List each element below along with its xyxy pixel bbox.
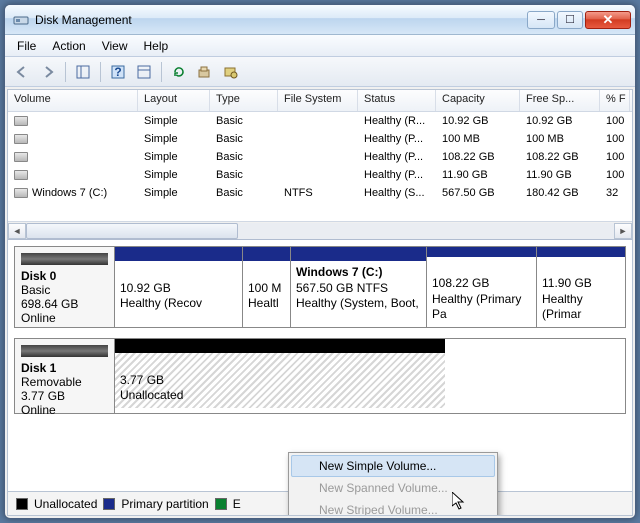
window-buttons: ─ ☐ ✕ xyxy=(527,11,631,29)
disk-0[interactable]: Disk 0 Basic 698.64 GB Online 10.92 GBHe… xyxy=(14,246,626,328)
menubar: File Action View Help xyxy=(5,35,635,57)
disk-1-partitions: 3.77 GB Unallocated xyxy=(115,339,625,413)
volume-rows: SimpleBasicHealthy (R...10.92 GB10.92 GB… xyxy=(8,112,632,221)
partition-stripe xyxy=(427,247,536,257)
disk-0-label: Disk 0 Basic 698.64 GB Online xyxy=(15,247,115,327)
back-button[interactable] xyxy=(11,61,33,83)
col-layout[interactable]: Layout xyxy=(138,90,210,111)
disk-1-label: Disk 1 Removable 3.77 GB Online xyxy=(15,339,115,413)
partition-stripe xyxy=(537,247,625,257)
legend-label-extended: E xyxy=(233,497,241,511)
toolbar: ? xyxy=(5,57,635,87)
col-capacity[interactable]: Capacity xyxy=(436,90,520,111)
legend-label-primary: Primary partition xyxy=(121,497,208,511)
partition-info: 11.90 GBHealthy (Primar xyxy=(537,257,625,327)
menu-new-simple-volume[interactable]: New Simple Volume... xyxy=(291,455,495,477)
drive-icon xyxy=(14,134,28,144)
menu-file[interactable]: File xyxy=(9,37,44,55)
menu-help[interactable]: Help xyxy=(136,37,177,55)
partition-stripe xyxy=(115,247,242,261)
disk-size: 3.77 GB xyxy=(21,389,65,403)
partition[interactable]: 10.92 GBHealthy (Recov xyxy=(115,247,243,327)
disk-1[interactable]: Disk 1 Removable 3.77 GB Online 3.77 GB … xyxy=(14,338,626,414)
window-title: Disk Management xyxy=(35,13,527,27)
drive-icon xyxy=(14,188,28,198)
partition-stripe xyxy=(115,339,445,353)
legend-swatch-extended xyxy=(215,498,227,510)
disk-type: Basic xyxy=(21,283,50,297)
close-button[interactable]: ✕ xyxy=(585,11,631,29)
disk-management-window: Disk Management ─ ☐ ✕ File Action View H… xyxy=(4,4,636,519)
forward-button[interactable] xyxy=(37,61,59,83)
col-status[interactable]: Status xyxy=(358,90,436,111)
cursor-icon xyxy=(452,492,468,512)
volume-header-row: Volume Layout Type File System Status Ca… xyxy=(8,90,632,112)
toolbar-separator xyxy=(100,62,101,82)
app-icon xyxy=(13,12,29,28)
minimize-button[interactable]: ─ xyxy=(527,11,555,29)
help-button[interactable]: ? xyxy=(107,61,129,83)
table-row[interactable]: SimpleBasicHealthy (R...10.92 GB10.92 GB… xyxy=(8,112,632,130)
disk-status: Online xyxy=(21,311,56,325)
scroll-right-button[interactable]: ► xyxy=(614,223,632,239)
disk-name: Disk 1 xyxy=(21,361,56,375)
partition-info: Windows 7 (C:)567.50 GB NTFSHealthy (Sys… xyxy=(291,261,426,316)
scroll-track[interactable] xyxy=(26,223,614,239)
menu-action[interactable]: Action xyxy=(44,37,93,55)
disk-status: Online xyxy=(21,403,56,417)
maximize-button[interactable]: ☐ xyxy=(557,11,583,29)
show-hide-tree-button[interactable] xyxy=(72,61,94,83)
partition-size: 3.77 GB xyxy=(120,373,164,387)
content-area: Volume Layout Type File System Status Ca… xyxy=(7,89,633,516)
disk-name: Disk 0 xyxy=(21,269,56,283)
partition-info: 108.22 GBHealthy (Primary Pa xyxy=(427,257,536,327)
toolbar-separator xyxy=(161,62,162,82)
partition[interactable]: 11.90 GBHealthy (Primar xyxy=(537,247,625,327)
partition[interactable]: 108.22 GBHealthy (Primary Pa xyxy=(427,247,537,327)
partition-stripe xyxy=(243,247,290,261)
legend-label-unallocated: Unallocated xyxy=(34,497,97,511)
table-row[interactable]: SimpleBasicHealthy (P...100 MB100 MB100 xyxy=(8,130,632,148)
menu-view[interactable]: View xyxy=(94,37,136,55)
col-volume[interactable]: Volume xyxy=(8,90,138,111)
disk-header-stripe xyxy=(21,345,108,357)
partition-unallocated[interactable]: 3.77 GB Unallocated xyxy=(115,339,445,413)
partition-stripe xyxy=(291,247,426,261)
scroll-left-button[interactable]: ◄ xyxy=(8,223,26,239)
partition[interactable]: Windows 7 (C:)567.50 GB NTFSHealthy (Sys… xyxy=(291,247,427,327)
legend-swatch-unallocated xyxy=(16,498,28,510)
disk-size: 698.64 GB xyxy=(21,297,78,311)
titlebar[interactable]: Disk Management ─ ☐ ✕ xyxy=(5,5,635,35)
horizontal-scrollbar[interactable]: ◄ ► xyxy=(8,221,632,239)
col-free[interactable]: Free Sp... xyxy=(520,90,600,111)
disk-header-stripe xyxy=(21,253,108,265)
rescan-button[interactable] xyxy=(194,61,216,83)
col-type[interactable]: Type xyxy=(210,90,278,111)
toolbar-separator xyxy=(65,62,66,82)
disk-type: Removable xyxy=(21,375,82,389)
drive-icon xyxy=(14,170,28,180)
settings-button[interactable] xyxy=(220,61,242,83)
table-row[interactable]: Windows 7 (C:)SimpleBasicNTFSHealthy (S.… xyxy=(8,184,632,202)
toolbar-button[interactable] xyxy=(133,61,155,83)
partition-status: Unallocated xyxy=(120,388,183,402)
col-filesystem[interactable]: File System xyxy=(278,90,358,111)
scroll-thumb[interactable] xyxy=(26,223,238,239)
partition-info: 100 MHealtl xyxy=(243,261,290,316)
legend-swatch-primary xyxy=(103,498,115,510)
drive-icon xyxy=(14,152,28,162)
refresh-button[interactable] xyxy=(168,61,190,83)
drive-icon xyxy=(14,116,28,126)
disk-0-partitions: 10.92 GBHealthy (Recov100 MHealtlWindows… xyxy=(115,247,625,327)
table-row[interactable]: SimpleBasicHealthy (P...11.90 GB11.90 GB… xyxy=(8,166,632,184)
col-percent[interactable]: % F xyxy=(600,90,630,111)
volume-list: Volume Layout Type File System Status Ca… xyxy=(8,90,632,240)
partition-info: 10.92 GBHealthy (Recov xyxy=(115,261,242,316)
table-row[interactable]: SimpleBasicHealthy (P...108.22 GB108.22 … xyxy=(8,148,632,166)
svg-text:?: ? xyxy=(114,65,121,79)
partition[interactable]: 100 MHealtl xyxy=(243,247,291,327)
partition-info: 3.77 GB Unallocated xyxy=(115,353,445,408)
